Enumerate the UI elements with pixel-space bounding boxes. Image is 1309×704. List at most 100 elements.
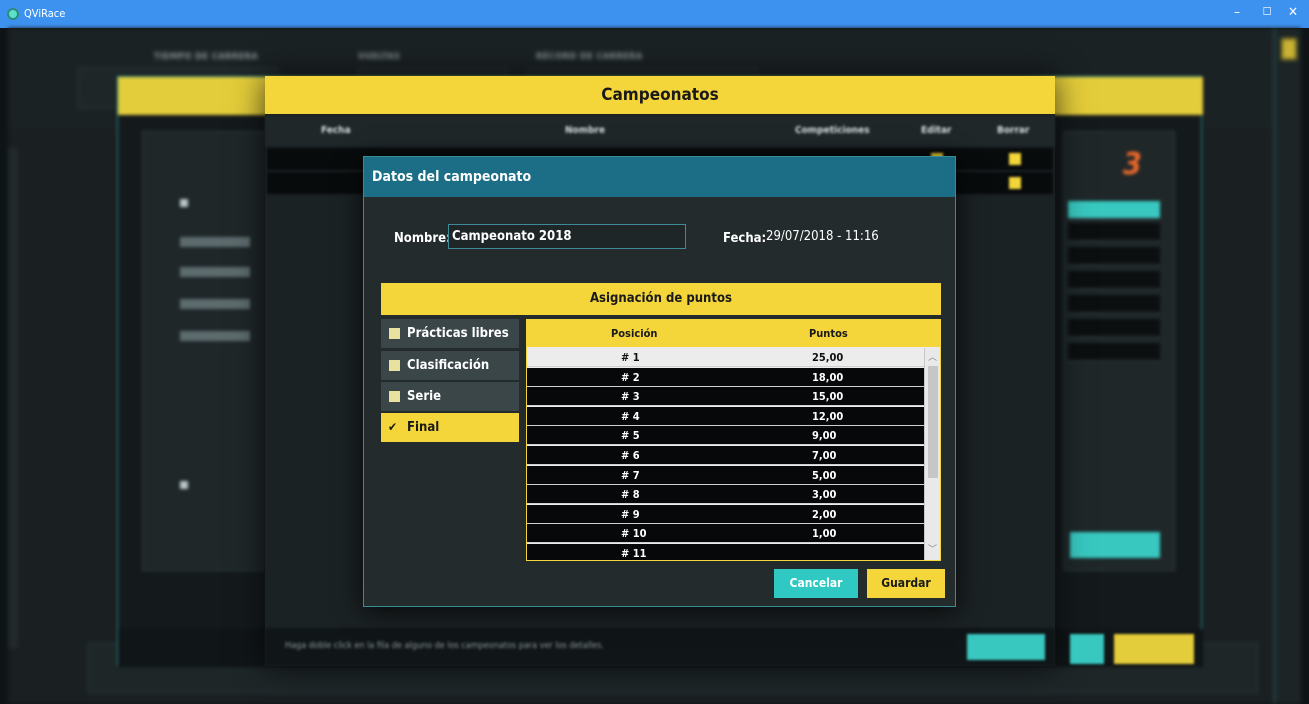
right-list-item xyxy=(1068,343,1160,361)
championships-table-header: Fecha Nombre Competiciones Editar Borrar xyxy=(265,116,1055,146)
position-cell: # 10 xyxy=(621,527,647,541)
table-row[interactable]: # 8 3,00 xyxy=(527,485,924,505)
name-label: Nombre: xyxy=(394,231,451,246)
col-fecha: Fecha xyxy=(321,125,351,136)
table-row[interactable]: # 11 xyxy=(527,544,924,560)
points-cell[interactable]: 25,00 xyxy=(812,351,843,364)
table-row[interactable]: # 5 9,00 xyxy=(527,426,924,446)
points-cell[interactable]: 15,00 xyxy=(812,390,843,403)
date-label: Fecha: xyxy=(723,231,767,246)
table-row[interactable]: # 6 7,00 xyxy=(527,446,924,465)
checkbox-icon xyxy=(389,391,400,402)
window-title: QViRace xyxy=(24,7,66,20)
championship-data-dialog: Datos del campeonato Nombre: Fecha: 29/0… xyxy=(363,156,956,607)
category-label: Final xyxy=(407,420,440,435)
position-cell: # 8 xyxy=(621,488,640,502)
championships-title: Campeonatos xyxy=(265,76,1055,114)
points-table: Posición Puntos # 1 25,00 # 2 18,00 # 3 15,00… xyxy=(526,319,941,561)
points-cell[interactable]: 18,00 xyxy=(812,371,843,384)
scroll-thumb[interactable] xyxy=(928,366,938,478)
position-cell: # 6 xyxy=(621,449,640,462)
mode-item xyxy=(180,331,250,341)
category-practicas-libres[interactable]: Prácticas libres xyxy=(381,319,519,348)
col-competiciones: Competiciones xyxy=(795,125,870,136)
app-logo-icon xyxy=(7,8,19,20)
col-editar: Editar xyxy=(921,125,952,136)
mode-item xyxy=(180,267,250,277)
position-cell: # 7 xyxy=(621,468,640,482)
position-cell: # 2 xyxy=(621,370,640,384)
left-strip xyxy=(8,148,18,648)
category-clasificacion[interactable]: Clasificación xyxy=(381,351,519,380)
category-final[interactable]: ✔ Final xyxy=(381,413,519,442)
menu-icon[interactable] xyxy=(1281,38,1297,60)
table-row[interactable]: # 1 25,00 xyxy=(527,348,924,367)
category-serie[interactable]: Serie xyxy=(381,382,519,411)
championships-footer-button[interactable] xyxy=(967,634,1045,660)
mode-item xyxy=(180,237,250,247)
points-table-scrollbar[interactable]: ︿ ﹀ xyxy=(924,348,940,560)
points-cell[interactable]: 3,00 xyxy=(812,488,836,501)
delete-icon[interactable] xyxy=(1009,177,1021,189)
points-cell[interactable]: 7,00 xyxy=(812,449,836,462)
right-side-bar xyxy=(1274,28,1301,704)
right-action-button xyxy=(1070,532,1160,558)
points-cell[interactable]: 5,00 xyxy=(812,469,836,482)
maximize-button[interactable]: ☐ xyxy=(1257,5,1277,18)
right-list-item xyxy=(1068,223,1160,241)
scroll-down-icon[interactable]: ﹀ xyxy=(928,542,937,555)
position-cell: # 9 xyxy=(621,507,640,521)
right-list-item xyxy=(1068,295,1160,313)
championships-hint: Haga doble click en la fila de alguno de… xyxy=(285,641,604,651)
behind-button xyxy=(1114,634,1194,664)
checkbox-icon xyxy=(389,360,400,371)
category-label: Serie xyxy=(407,389,442,404)
right-list-item xyxy=(1068,247,1160,265)
position-cell: # 4 xyxy=(621,409,640,423)
minimize-button[interactable]: – xyxy=(1227,5,1247,20)
race-time-label: TIEMPO DE CARRERA xyxy=(154,52,259,62)
points-cell[interactable]: 1,00 xyxy=(812,527,836,540)
right-list-item xyxy=(1068,201,1160,219)
col-nombre: Nombre xyxy=(565,125,606,136)
mode-radio xyxy=(180,199,188,207)
scroll-up-icon[interactable]: ︿ xyxy=(928,350,937,363)
right-list-item xyxy=(1068,319,1160,337)
position-cell: # 1 xyxy=(621,351,640,364)
checkmark-icon: ✔ xyxy=(388,420,398,434)
close-button[interactable]: ✕ xyxy=(1283,5,1303,20)
points-table-header: Posición Puntos xyxy=(527,320,940,347)
table-row[interactable]: # 4 12,00 xyxy=(527,406,924,426)
table-row[interactable]: # 3 15,00 xyxy=(527,387,924,407)
table-row[interactable]: # 7 5,00 xyxy=(527,465,924,485)
position-cell: # 5 xyxy=(621,429,640,443)
col-puntos: Puntos xyxy=(809,327,848,340)
points-cell[interactable]: 2,00 xyxy=(812,508,836,521)
save-button[interactable]: Guardar xyxy=(867,569,945,598)
dialog-title: Datos del campeonato xyxy=(364,157,955,197)
position-cell: # 3 xyxy=(621,390,640,404)
date-value: 29/07/2018 - 11:16 xyxy=(766,229,879,244)
col-borrar: Borrar xyxy=(997,125,1030,136)
category-label: Prácticas libres xyxy=(407,326,509,341)
competition-mode-panel xyxy=(142,131,264,571)
lap-number: 3 xyxy=(1123,147,1142,182)
delete-icon[interactable] xyxy=(1009,153,1021,165)
table-row[interactable]: # 10 1,00 xyxy=(527,524,924,544)
race-record-label: RÉCORD DE CARRERA xyxy=(536,52,643,62)
window-titlebar: QViRace – ☐ ✕ xyxy=(0,0,1309,28)
name-input[interactable] xyxy=(448,224,686,249)
cancel-button[interactable]: Cancelar xyxy=(774,569,858,598)
points-assignment-header: Asignación de puntos xyxy=(381,283,941,315)
table-row[interactable]: # 2 18,00 xyxy=(527,367,924,387)
table-row[interactable]: # 9 2,00 xyxy=(527,504,924,524)
position-cell: # 11 xyxy=(621,547,647,560)
championships-footer: Haga doble click en la fila de alguno de… xyxy=(265,628,1055,666)
points-table-body: # 1 25,00 # 2 18,00 # 3 15,00 # 4 12,00 # 5 9,00 #… xyxy=(527,348,924,560)
mode-radio xyxy=(180,481,188,489)
points-cell[interactable]: 9,00 xyxy=(812,429,836,442)
laps-label: VUELTAS xyxy=(358,52,401,62)
points-cell[interactable]: 12,00 xyxy=(812,410,843,423)
right-list-item xyxy=(1068,271,1160,289)
mode-item xyxy=(180,299,250,309)
